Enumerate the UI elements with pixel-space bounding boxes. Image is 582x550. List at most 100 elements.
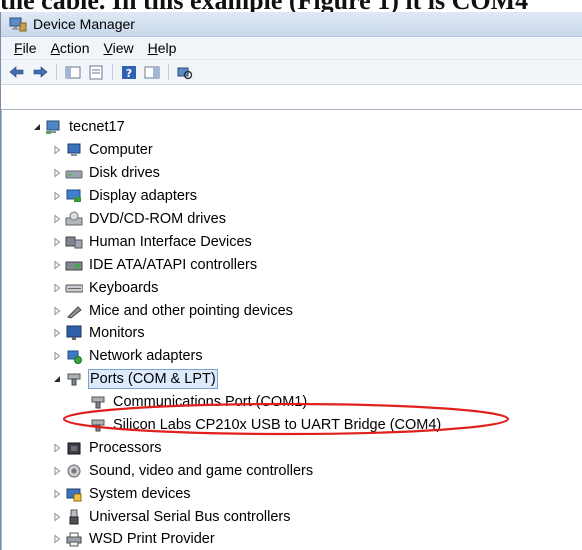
expand-arrow-icon[interactable] <box>50 304 64 318</box>
expand-arrow-icon[interactable] <box>50 326 64 340</box>
expand-arrow-icon[interactable] <box>50 532 64 546</box>
forward-arrow-icon[interactable] <box>30 63 50 81</box>
properties-icon[interactable] <box>86 63 106 81</box>
menu-label-rest: iew <box>112 40 134 56</box>
dvd-drive-icon <box>64 211 84 227</box>
tree-category[interactable]: Disk drives <box>2 162 582 185</box>
tree-device[interactable]: Communications Port (COM1) <box>2 391 582 414</box>
mouse-icon <box>64 303 84 319</box>
tree-root[interactable]: tecnet17 <box>2 116 582 139</box>
console-tree-icon[interactable] <box>63 63 83 81</box>
toolbar-separator <box>56 64 57 80</box>
sound-icon <box>64 463 84 479</box>
expand-arrow-icon[interactable] <box>50 212 64 226</box>
show-hide-icon[interactable] <box>142 63 162 81</box>
tree-category[interactable]: Keyboards <box>2 276 582 299</box>
tree-item-label: DVD/CD-ROM drives <box>89 211 226 227</box>
tree-item-label: WSD Print Provider <box>89 531 215 548</box>
menu-mnemonic: F <box>14 40 23 56</box>
expand-arrow-icon[interactable] <box>50 143 64 157</box>
tree-category[interactable]: IDE ATA/ATAPI controllers <box>2 253 582 276</box>
printer-icon <box>64 531 84 547</box>
tree-category[interactable]: Universal Serial Bus controllers <box>2 505 582 528</box>
computer-root-icon <box>44 119 64 135</box>
tree-item-label: Universal Serial Bus controllers <box>89 508 291 525</box>
menu-mnemonic: H <box>147 40 158 56</box>
menu-file[interactable]: File <box>7 40 44 56</box>
expand-arrow-icon[interactable] <box>50 189 64 203</box>
port-icon <box>64 371 84 387</box>
display-adapter-icon <box>64 188 84 204</box>
title-bar[interactable]: Device Manager <box>1 12 582 37</box>
tree-item-label: tecnet17 <box>69 119 125 136</box>
device-manager-app-icon <box>9 16 27 32</box>
menu-mnemonic: A <box>50 40 60 56</box>
tree-item-label: Sound, video and game controllers <box>89 462 314 479</box>
scan-hardware-icon[interactable] <box>175 63 195 81</box>
menu-label-rest: ction <box>59 40 90 56</box>
menu-help[interactable]: Help <box>141 40 184 56</box>
device-manager-window: Device Manager File Action View Help ? tecn… <box>0 12 582 550</box>
expand-arrow-icon[interactable] <box>50 441 64 455</box>
tree-category[interactable]: Display adapters <box>2 185 582 208</box>
expand-arrow-icon[interactable] <box>50 487 64 501</box>
system-devices-icon <box>64 486 84 502</box>
tree-category[interactable]: Computer <box>2 139 582 162</box>
hid-icon <box>64 234 84 250</box>
tree-item-label: Monitors <box>89 325 145 342</box>
menu-label-rest: elp <box>157 40 177 56</box>
tree-category[interactable]: WSD Print Provider <box>2 528 582 550</box>
tree-device[interactable]: Silicon Labs CP210x USB to UART Bridge (… <box>2 414 582 437</box>
menu-label-rest: ile <box>22 40 37 56</box>
tree-item-label: Mice and other pointing devices <box>89 302 293 319</box>
monitor-icon <box>64 325 84 341</box>
menu-mnemonic: V <box>103 40 113 56</box>
expand-arrow-icon[interactable] <box>50 258 64 272</box>
tree-item-label: Computer <box>89 142 153 159</box>
device-tree-pane[interactable]: tecnet17 Computer Disk drives Display adapt… <box>1 109 582 550</box>
usb-icon <box>64 509 84 525</box>
tree-category[interactable]: System devices <box>2 482 582 505</box>
tree-category[interactable]: Ports (COM & LPT) <box>2 368 582 391</box>
tree-item-label: System devices <box>89 485 191 502</box>
tree-category[interactable]: Monitors <box>2 322 582 345</box>
toolbar-separator <box>168 64 169 80</box>
menu-action[interactable]: Action <box>44 40 97 56</box>
tree-item-label: Communications Port (COM1) <box>113 394 308 411</box>
tree-item-label: Display adapters <box>89 188 197 205</box>
collapse-arrow-icon[interactable] <box>30 120 44 134</box>
expand-arrow-icon[interactable] <box>50 281 64 295</box>
tree-category[interactable]: Processors <box>2 436 582 459</box>
tree-item-label: Network adapters <box>89 348 203 365</box>
tree-item-label: Processors <box>89 439 162 456</box>
menu-view[interactable]: View <box>97 40 141 56</box>
toolbar: ? <box>1 60 582 85</box>
tree-item-label: IDE ATA/ATAPI controllers <box>89 256 258 273</box>
expand-arrow-icon[interactable] <box>50 235 64 249</box>
tree-item-label: Disk drives <box>89 165 160 182</box>
tree-category[interactable]: Mice and other pointing devices <box>2 299 582 322</box>
help-icon[interactable]: ? <box>119 63 139 81</box>
tree-item-label: Silicon Labs CP210x USB to UART Bridge (… <box>113 417 442 434</box>
toolbar-separator <box>112 64 113 80</box>
tree-category[interactable]: Sound, video and game controllers <box>2 459 582 482</box>
tree-category[interactable]: DVD/CD-ROM drives <box>2 208 582 231</box>
expand-arrow-icon[interactable] <box>50 464 64 478</box>
collapse-arrow-icon[interactable] <box>50 372 64 386</box>
back-arrow-icon[interactable] <box>7 63 27 81</box>
computer-icon <box>64 142 84 158</box>
tree-item-label: Human Interface Devices <box>89 233 252 250</box>
port-icon <box>88 394 108 410</box>
processor-icon <box>64 440 84 456</box>
expand-arrow-icon[interactable] <box>50 349 64 363</box>
tree-item-label: Ports (COM & LPT) <box>88 369 218 390</box>
network-adapter-icon <box>64 348 84 365</box>
expand-arrow-icon[interactable] <box>50 510 64 524</box>
expand-arrow-icon[interactable] <box>50 166 64 180</box>
tree-category[interactable]: Network adapters <box>2 345 582 368</box>
tree-category[interactable]: Human Interface Devices <box>2 230 582 253</box>
svg-text:?: ? <box>126 67 132 80</box>
window-title: Device Manager <box>33 16 135 32</box>
